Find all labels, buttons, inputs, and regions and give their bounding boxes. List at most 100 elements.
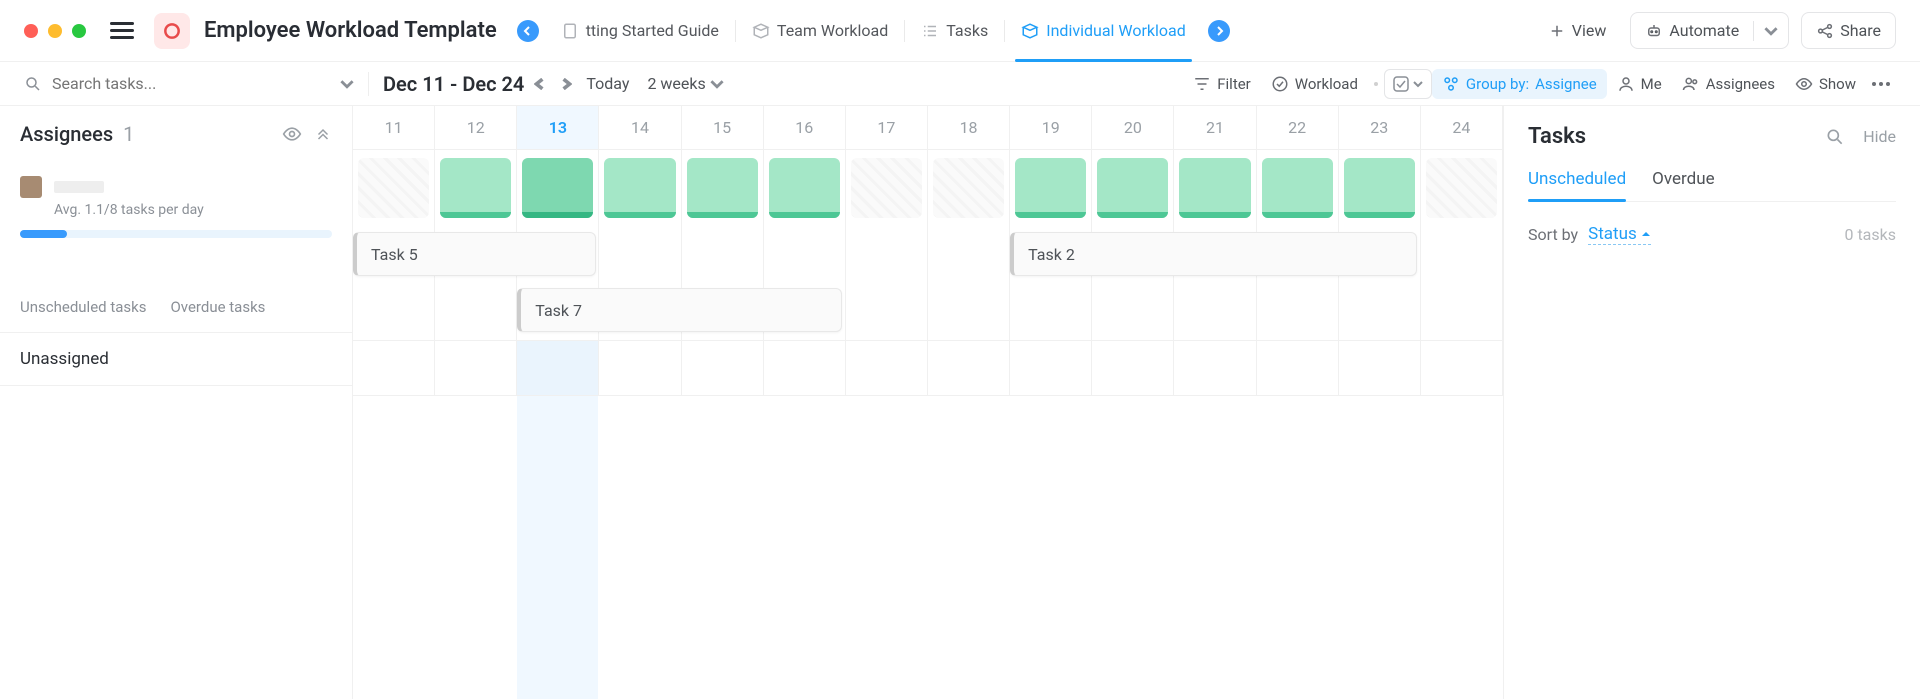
chevron-down-icon (1764, 24, 1778, 38)
date-cell[interactable]: 17 (846, 106, 928, 149)
view-button[interactable]: View (1536, 15, 1619, 46)
chevron-down-icon[interactable] (340, 77, 354, 91)
nav-forward-button[interactable] (1208, 20, 1230, 42)
date-cell[interactable]: 16 (764, 106, 846, 149)
tab-getting-started[interactable]: tting Started Guide (547, 12, 733, 50)
date-header: 1112131415161718192021222324 (353, 106, 1503, 150)
minimize-window-icon[interactable] (48, 24, 62, 38)
caret-up-icon (1641, 229, 1651, 239)
tab-tasks[interactable]: Tasks (907, 12, 1002, 50)
plus-icon (1548, 22, 1566, 40)
date-cell[interactable]: 11 (353, 106, 435, 149)
box-icon (1021, 22, 1039, 40)
maximize-window-icon[interactable] (72, 24, 86, 38)
list-icon (921, 22, 939, 40)
toolbar: Dec 11 - Dec 24 Today 2 weeks Filter Wor… (0, 62, 1920, 106)
filter-icon (1193, 75, 1211, 93)
grid-cell (1092, 341, 1174, 395)
automate-dropdown[interactable] (1754, 16, 1788, 46)
date-cell[interactable]: 19 (1010, 106, 1092, 149)
groupby-button[interactable]: Group by: Assignee (1432, 69, 1607, 99)
hide-button[interactable]: Hide (1863, 127, 1896, 146)
tab-individual-workload[interactable]: Individual Workload (1007, 12, 1200, 50)
workload-box (1015, 158, 1086, 218)
overdue-tasks-link[interactable]: Overdue tasks (170, 298, 265, 316)
grid-cell (928, 228, 1010, 284)
task-bar[interactable]: Task 2 (1010, 232, 1417, 276)
eye-icon[interactable] (282, 124, 302, 144)
nav-back-button[interactable] (517, 20, 539, 42)
unscheduled-tasks-link[interactable]: Unscheduled tasks (20, 298, 146, 316)
panel-tab-unscheduled[interactable]: Unscheduled (1528, 169, 1626, 201)
period-selector[interactable]: 2 weeks (647, 74, 723, 93)
date-cell[interactable]: 21 (1174, 106, 1256, 149)
grid-cell (1174, 341, 1256, 395)
more-menu-button[interactable] (1866, 76, 1896, 92)
collapse-icon[interactable] (314, 124, 332, 142)
date-cell[interactable]: 20 (1092, 106, 1174, 149)
separator (368, 72, 369, 96)
sidebar-count: 1 (123, 122, 134, 146)
close-window-icon[interactable] (24, 24, 38, 38)
date-cell[interactable]: 24 (1421, 106, 1503, 149)
date-cell[interactable]: 15 (682, 106, 764, 149)
menu-icon[interactable] (110, 19, 134, 43)
share-button[interactable]: Share (1801, 12, 1896, 49)
workspace-badge[interactable] (154, 13, 190, 49)
workload-cell (1092, 150, 1174, 228)
automate-button[interactable]: Automate (1631, 13, 1753, 48)
filter-button[interactable]: Filter (1183, 69, 1261, 99)
today-button[interactable]: Today (586, 74, 629, 93)
separator (1374, 82, 1378, 86)
workload-row (353, 150, 1503, 228)
page-title: Employee Workload Template (204, 18, 497, 43)
grid-cell (928, 341, 1010, 395)
person-icon (1617, 75, 1635, 93)
header-actions: View Automate Share (1536, 12, 1896, 49)
filter-label: Filter (1217, 75, 1251, 93)
workload-cell (1174, 150, 1256, 228)
task-bar[interactable]: Task 5 (353, 232, 596, 276)
sidebar-title: Assignees (20, 122, 113, 146)
assignees-button[interactable]: Assignees (1672, 69, 1785, 99)
workload-box (1426, 158, 1497, 218)
next-button[interactable] (560, 78, 572, 90)
prev-button[interactable] (534, 78, 546, 90)
date-cell[interactable]: 22 (1257, 106, 1339, 149)
assignee-row[interactable]: Avg. 1.1/8 tasks per day (0, 162, 352, 248)
grid-cell (682, 341, 764, 395)
workload-button[interactable]: Workload (1261, 69, 1368, 99)
panel-tab-overdue[interactable]: Overdue (1652, 169, 1714, 201)
date-cell[interactable]: 18 (928, 106, 1010, 149)
workload-box (851, 158, 922, 218)
workload-bar (20, 230, 332, 238)
date-cell[interactable]: 23 (1339, 106, 1421, 149)
show-button[interactable]: Show (1785, 69, 1866, 99)
date-nav (534, 78, 572, 90)
tab-label: Tasks (946, 21, 988, 40)
check-circle-icon (1271, 75, 1289, 93)
checkbox-dropdown[interactable] (1384, 69, 1432, 99)
tab-team-workload[interactable]: Team Workload (738, 12, 902, 50)
workload-cell (435, 150, 517, 228)
workload-cell (599, 150, 681, 228)
sidebar-header: Assignees 1 (0, 106, 352, 162)
date-range-label[interactable]: Dec 11 - Dec 24 (383, 72, 524, 96)
date-cell[interactable]: 14 (599, 106, 681, 149)
me-button[interactable]: Me (1607, 69, 1672, 99)
unassigned-row[interactable]: Unassigned (0, 332, 352, 386)
task-bar[interactable]: Task 7 (517, 288, 842, 332)
date-cell[interactable]: 13 (517, 106, 599, 149)
search-input[interactable] (52, 74, 232, 93)
check-icon (1393, 76, 1409, 92)
grid-cell (846, 341, 928, 395)
date-cell[interactable]: 12 (435, 106, 517, 149)
view-label: View (1572, 21, 1607, 40)
sort-value-button[interactable]: Status (1588, 224, 1651, 245)
grid-cell (764, 341, 846, 395)
workload-box (933, 158, 1004, 218)
grid-cell (1174, 284, 1256, 340)
search-icon[interactable] (1825, 127, 1845, 147)
period-label: 2 weeks (647, 74, 705, 93)
grid-cell (1339, 284, 1421, 340)
